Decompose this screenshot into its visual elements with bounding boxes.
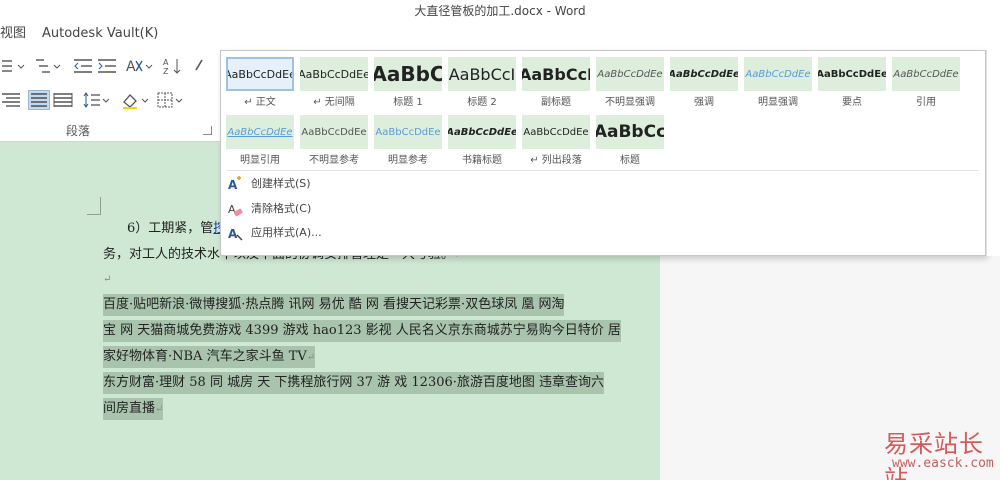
selected-text: 东方财富·理财 58 同 城房 天 下携程旅行网 37 游 戏 12306·旅游… [103,375,605,390]
style-name: 标题 1 [393,97,423,108]
style-name: 明显引用 [240,155,280,166]
style-name: 强调 [694,97,714,108]
selected-line-5[interactable]: 间房直播↵ [103,398,164,420]
style-name: 副标题 [541,97,571,108]
paragraph-text: 6）工期紧，管 [127,221,214,236]
create-style-menu-item[interactable]: A 创建样式(S) [227,173,527,195]
style-tile[interactable]: AaBbCcI 标题 2 [448,57,516,113]
style-tile[interactable]: AaBbCcDdEe 明显引用 [226,115,294,171]
style-preview: AaBbCcDdEe [744,57,812,91]
style-name: ↵ 正文 [244,97,276,108]
style-name: 明显参考 [388,155,428,166]
scrollbar[interactable] [986,50,1000,256]
style-preview: AaBbCcDdEe [300,57,368,91]
svg-text:A: A [163,58,169,67]
apply-styles-menu-item[interactable]: A 应用样式(A)... [227,222,527,244]
style-tile[interactable]: AaBbCcDdEe 不明显参考 [300,115,368,171]
style-preview: AaBbCcDdEe [226,57,294,91]
tab-view[interactable]: 视图 [0,22,26,46]
style-tile[interactable]: AaBbCcDdEe 强调 [670,57,738,113]
style-name: 标题 2 [467,97,497,108]
style-preview: AaBbCcDdEe [670,57,738,91]
sort-icon[interactable]: AZ [162,56,184,76]
selected-text: 宝 网 天猫商城免费游戏 4399 游戏 hao123 影视 人民名义京东商城苏… [103,323,621,338]
apply-styles-icon: A [228,227,243,241]
tab-autodesk-vault[interactable]: Autodesk Vault(K) [42,22,158,46]
clear-formatting-icon: A [228,203,243,217]
paragraph-mark: ↵ [103,274,112,285]
watermark-text: 易采站长站 [884,430,984,480]
style-tile[interactable]: AaBbCcDdEe ↵ 列出段落 [522,115,590,171]
style-name: 明显强调 [758,97,798,108]
paragraph-mark: ↵ [155,404,164,415]
svg-text:A: A [228,227,238,241]
style-preview: AaBbCcDdEe [448,115,516,149]
style-tile[interactable]: AaBbCcDdEe 不明显强调 [596,57,664,113]
selected-text: 家好物体育·NBA 汽车之家斗鱼 TV [103,349,307,364]
style-name: 标题 [620,155,640,166]
style-preview: AaBbCcDdEe [226,115,294,149]
style-preview: AaBbCcDdEe [522,115,590,149]
align-right-icon[interactable] [0,90,22,110]
svg-text:Z: Z [163,67,169,76]
style-preview: AaBbCcDdEe [892,57,960,91]
style-name: ↵ 无间隔 [313,97,355,108]
selected-text: 百度·贴吧新浪·微博搜狐·热点腾 讯网 易优 酷 网 看搜天记彩票·双色球凤 凰… [103,297,565,312]
selected-line-2[interactable]: 宝 网 天猫商城免费游戏 4399 游戏 hao123 影视 人民名义京东商城苏… [103,320,621,342]
style-preview: AaBbC [374,57,442,91]
show-marks-icon[interactable] [192,56,214,76]
style-preview: AaBbCcI [522,57,590,91]
shading-icon[interactable] [120,90,152,110]
selected-line-1[interactable]: 百度·贴吧新浪·微博搜狐·热点腾 讯网 易优 酷 网 看搜天记彩票·双色球凤 凰… [103,294,565,316]
window-title: 大直径管板的加工.docx - Word [0,0,1000,22]
style-preview: AaBbCcDdEe [374,115,442,149]
style-tile[interactable]: AaBbCc 标题 [596,115,664,171]
style-tile[interactable]: AaBbCcDdEe 书籍标题 [448,115,516,171]
style-name: 不明显参考 [309,155,359,166]
menu-bar: 视图 Autodesk Vault(K) [0,22,1000,46]
style-tile[interactable]: AaBbCcDdEe 明显强调 [744,57,812,113]
watermark-url: www.easck.com [892,456,994,471]
paragraph-group-label: 段落 [66,124,91,138]
empty-line: ↵ [103,268,111,290]
style-name: 书籍标题 [462,155,502,166]
paragraph-mark: ↵ [306,352,316,363]
margin-corner-mark [87,197,101,215]
selected-line-3[interactable]: 家好物体育·NBA 汽车之家斗鱼 TV↵ [103,346,316,368]
bullets-icon[interactable] [0,56,30,76]
selected-line-4[interactable]: 东方财富·理财 58 同 城房 天 下携程旅行网 37 游 戏 12306·旅游… [103,372,605,394]
style-name: 引用 [916,97,936,108]
style-preview: AaBbCcI [448,57,516,91]
selected-text: 间房直播 [103,401,156,416]
style-tile[interactable]: AaBbCcDdEe ↵ 无间隔 [300,57,368,113]
style-preview: AaBbCcDdEe [300,115,368,149]
style-tile[interactable]: AaBbCcDdEe 引用 [892,57,960,113]
svg-text:A: A [228,178,238,192]
style-tile[interactable]: AaBbCcDdEe 要点 [818,57,886,113]
styles-gallery-dropdown: AaBbCcDdEe ↵ 正文 AaBbCcDdEe ↵ 无间隔 AaBbC 标题 1 Aa… [220,50,986,256]
increase-indent-icon[interactable] [96,56,118,76]
svg-text:A: A [126,59,136,75]
chinese-layout-icon[interactable]: A [124,56,154,76]
style-preview: AaBbCcDdEe [818,57,886,91]
justify-icon[interactable] [28,90,50,110]
style-tile[interactable]: AaBbCcDdEe 明显参考 [374,115,442,171]
multilevel-list-icon[interactable] [34,56,64,76]
style-name: 不明显强调 [605,97,655,108]
line-spacing-icon[interactable] [82,90,112,110]
style-name: 要点 [842,97,862,108]
style-preview: AaBbCc [596,115,664,149]
clear-formatting-menu-item[interactable]: A 清除格式(C) [227,198,527,220]
decrease-indent-icon[interactable] [72,56,94,76]
style-tile[interactable]: AaBbCcI 副标题 [522,57,590,113]
gallery-divider [227,170,979,171]
paragraph-dialog-launcher-icon[interactable] [203,126,212,135]
style-name: ↵ 列出段落 [530,155,582,166]
create-style-icon: A [228,176,241,192]
style-preview: AaBbCcDdEe [596,57,664,91]
style-tile[interactable]: AaBbC 标题 1 [374,57,442,113]
distributed-icon[interactable] [52,90,74,110]
borders-icon[interactable] [156,90,186,110]
style-tile[interactable]: AaBbCcDdEe ↵ 正文 [226,57,294,113]
